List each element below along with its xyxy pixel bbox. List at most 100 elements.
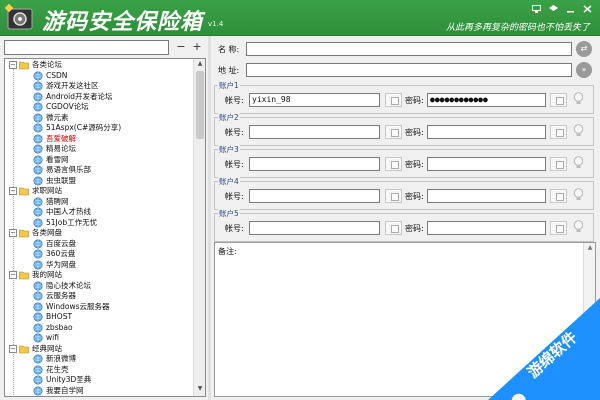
add-category-button[interactable]: +: [190, 40, 204, 55]
tree-site-item[interactable]: zbsbao: [5, 323, 193, 334]
fast-forward-icon[interactable]: »: [576, 62, 592, 78]
tree-site-item[interactable]: 51Aspx(C#源码分享): [5, 123, 193, 134]
show-password-bulb-icon[interactable]: [573, 156, 584, 170]
copy-username-icon[interactable]: [385, 157, 402, 171]
password-field[interactable]: [427, 157, 546, 171]
collapse-toggle-icon[interactable]: −: [9, 187, 17, 195]
show-password-bulb-icon[interactable]: [573, 188, 584, 202]
tree-site-item[interactable]: 云服务器: [5, 291, 193, 302]
tree-category[interactable]: − 我的网站: [5, 270, 193, 281]
tree-item-label: 我的网站: [32, 270, 62, 279]
username-label: 帐号:: [225, 160, 244, 169]
globe-icon: [33, 92, 43, 101]
tree-category[interactable]: − 各类网盘: [5, 228, 193, 239]
tree-site-item[interactable]: 51Job工作无忧: [5, 218, 193, 229]
shuffle-icon[interactable]: ⇄: [576, 41, 592, 57]
globe-icon: [33, 176, 43, 185]
tree-site-item[interactable]: 看雪网: [5, 155, 193, 166]
tree-site-item[interactable]: CGDOV论坛: [5, 102, 193, 113]
collapse-toggle-icon[interactable]: −: [9, 271, 17, 279]
tree-item-label: wifi: [46, 333, 59, 342]
password-field[interactable]: [427, 125, 546, 139]
name-field[interactable]: [246, 42, 572, 56]
username-field[interactable]: yixin_98: [249, 93, 380, 107]
tree-category[interactable]: − 求职网站: [5, 186, 193, 197]
tree-site-item[interactable]: Unity3D圣典: [5, 375, 193, 386]
username-field[interactable]: [249, 125, 380, 139]
password-field[interactable]: [427, 221, 546, 235]
username-field[interactable]: [249, 189, 380, 203]
tree-site-item[interactable]: 我要自学网: [5, 386, 193, 397]
account-group-title: 账户1: [218, 80, 240, 91]
tree-scrollbar[interactable]: ▲ ▼: [193, 59, 205, 396]
search-row: − +: [4, 40, 206, 56]
copy-username-icon[interactable]: [385, 189, 402, 203]
tree-site-item[interactable]: 吾爱破解: [5, 134, 193, 145]
username-field[interactable]: [249, 157, 380, 171]
password-field[interactable]: [427, 189, 546, 203]
folder-icon: [19, 187, 29, 196]
tree-category[interactable]: − 经典网站: [5, 344, 193, 355]
scroll-up-icon[interactable]: ▲: [194, 60, 205, 70]
globe-icon: [33, 312, 43, 322]
tree-site-item[interactable]: Windows云服务器: [5, 302, 193, 313]
tree-site-item[interactable]: 猎聘网: [5, 197, 193, 208]
tree-site-item[interactable]: 游戏开发这社区: [5, 81, 193, 92]
remove-category-button[interactable]: −: [174, 40, 188, 55]
scroll-thumb[interactable]: [196, 71, 204, 139]
window-controls: [530, 3, 594, 14]
minimize-button[interactable]: [564, 3, 577, 14]
password-field[interactable]: ●●●●●●●●●●●●: [427, 93, 546, 107]
show-password-bulb-icon[interactable]: [573, 220, 584, 234]
tree-site-item[interactable]: Android开发者论坛: [5, 92, 193, 103]
tree-site-item[interactable]: 华为网盘: [5, 260, 193, 271]
collapse-toggle-icon[interactable]: −: [9, 229, 17, 237]
tree-item-label: 百度云盘: [46, 238, 76, 248]
settings-icon[interactable]: [547, 3, 560, 14]
panel-splitter[interactable]: [208, 36, 211, 400]
username-label: 帐号:: [225, 192, 244, 201]
globe-icon: [33, 249, 43, 259]
username-field[interactable]: [249, 221, 380, 235]
address-field[interactable]: [246, 63, 572, 77]
tree-site-item[interactable]: BHOST: [5, 312, 193, 323]
tree-site-item[interactable]: 百度云盘: [5, 239, 193, 250]
tree-item-label: 云服务器: [46, 291, 76, 300]
show-password-bulb-icon[interactable]: [573, 92, 584, 106]
account-group-title: 账户3: [218, 144, 240, 155]
tree-item-label: zbsbao: [46, 322, 73, 332]
scroll-down-icon[interactable]: ▼: [194, 385, 205, 395]
tree-site-item[interactable]: 虫虫联盟: [5, 176, 193, 187]
tree-site-item[interactable]: 花生壳: [5, 365, 193, 376]
tree-category[interactable]: − 各类论坛: [5, 60, 193, 71]
tree-site-item[interactable]: 新浪微博: [5, 354, 193, 365]
notes-scroll-up-icon[interactable]: ▲: [584, 244, 596, 254]
tree-item-label: Windows云服务器: [46, 301, 110, 311]
skin-icon[interactable]: [530, 3, 543, 14]
tree-site-item[interactable]: 精易论坛: [5, 144, 193, 155]
copy-password-icon[interactable]: [550, 125, 567, 139]
collapse-toggle-icon[interactable]: −: [9, 61, 17, 69]
close-button[interactable]: [581, 3, 594, 14]
copy-username-icon[interactable]: [385, 93, 402, 107]
copy-username-icon[interactable]: [385, 221, 402, 235]
tree-site-item[interactable]: wifi: [5, 333, 193, 344]
tree-item-label: 51Job工作无忧: [46, 217, 98, 227]
tree-site-item[interactable]: 360云盘: [5, 249, 193, 260]
show-password-bulb-icon[interactable]: [573, 124, 584, 138]
tree-site-item[interactable]: 易语言俱乐部: [5, 165, 193, 176]
account-group: 账户3 帐号: 密码:: [214, 144, 594, 178]
username-label: 帐号:: [225, 128, 244, 137]
copy-password-icon[interactable]: [550, 189, 567, 203]
copy-password-icon[interactable]: [550, 221, 567, 235]
tree-item-label: 游戏开发这社区: [46, 81, 99, 90]
search-input[interactable]: [4, 40, 169, 55]
tree-site-item[interactable]: 微元素: [5, 113, 193, 124]
tree-site-item[interactable]: 中国人才热线: [5, 207, 193, 218]
tree-site-item[interactable]: CSDN: [5, 71, 193, 82]
copy-password-icon[interactable]: [550, 157, 567, 171]
copy-password-icon[interactable]: [550, 93, 567, 107]
copy-username-icon[interactable]: [385, 125, 402, 139]
tree-site-item[interactable]: 隐心技术论坛: [5, 281, 193, 292]
collapse-toggle-icon[interactable]: −: [9, 344, 17, 353]
